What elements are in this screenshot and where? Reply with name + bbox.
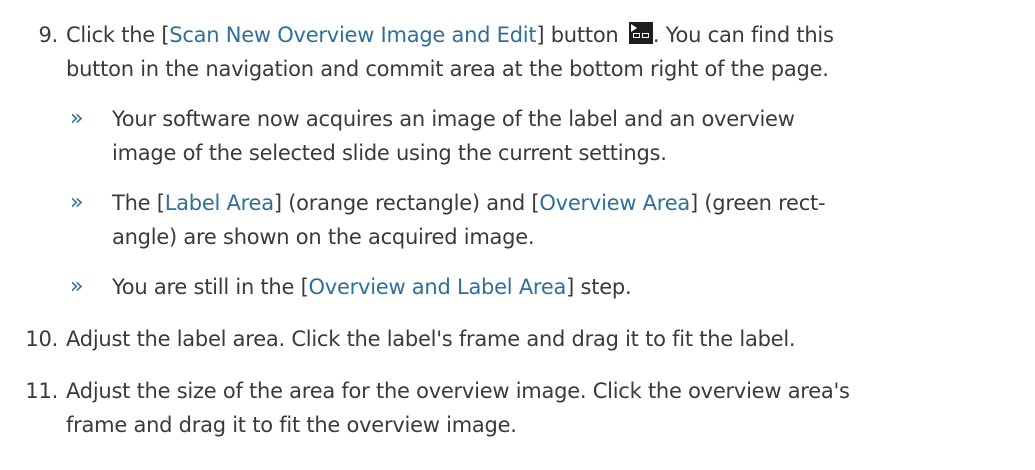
step-text: Adjust the size of the area for the over…	[66, 374, 1031, 442]
result-item: » The [Label Area] (orange rectangle) an…	[0, 186, 1035, 256]
result-item: » Your software now acquires an image of…	[0, 102, 1035, 172]
step-number: 10.	[25, 327, 58, 351]
text-fragment: ] step.	[566, 275, 632, 299]
step-line: Click the [Scan New Overview Image and E…	[66, 18, 1031, 52]
result-marker-icon: »	[70, 274, 84, 299]
result-line: The [Label Area] (orange rectangle) and …	[112, 186, 1027, 220]
step-11: 11. Adjust the size of the area for the …	[0, 374, 1035, 444]
result-text: You are still in the [Overview and Label…	[112, 270, 1027, 304]
result-line: You are still in the [Overview and Label…	[112, 270, 1027, 304]
step-line: Adjust the label area. Click the label's…	[66, 327, 796, 351]
text-fragment: . You can find this	[652, 23, 834, 47]
ui-reference-overview-and-label-area: Overview and Label Area	[308, 275, 567, 299]
text-fragment: ] button	[536, 23, 619, 47]
step-9: 9. Click the [Scan New Overview Image an…	[0, 18, 1035, 88]
ui-reference-label-area: Label Area	[164, 191, 274, 215]
text-fragment: ] (green rect-	[690, 191, 826, 215]
step-line: Adjust the size of the area for the over…	[66, 379, 850, 403]
ui-reference-overview-area: Overview Area	[539, 191, 690, 215]
step-10: 10. Adjust the label area. Click the lab…	[0, 322, 1035, 358]
result-item: » You are still in the [Overview and Lab…	[0, 270, 1035, 306]
result-line: Your software now acquires an image of t…	[112, 107, 795, 131]
result-marker-icon: »	[70, 190, 84, 215]
result-text: The [Label Area] (orange rectangle) and …	[112, 186, 1027, 254]
step-text: Adjust the label area. Click the label's…	[66, 322, 1031, 356]
result-marker-icon: »	[70, 106, 84, 131]
step-line: button in the navigation and commit area…	[66, 57, 829, 81]
step-number: 9.	[38, 23, 58, 47]
text-fragment: Click the [	[66, 23, 170, 47]
result-text: Your software now acquires an image of t…	[112, 102, 1027, 170]
result-line: angle) are shown on the acquired image.	[112, 225, 535, 249]
text-fragment: ] (orange rectangle) and [	[273, 191, 540, 215]
ui-reference-scan-new-overview: Scan New Overview Image and Edit	[169, 23, 537, 47]
step-text: Click the [Scan New Overview Image and E…	[66, 18, 1031, 86]
result-line: image of the selected slide using the cu…	[112, 141, 667, 165]
step-line: frame and drag it to fit the overview im…	[66, 413, 517, 437]
step-number: 11.	[25, 379, 58, 403]
scan-overview-edit-icon	[628, 22, 653, 44]
text-fragment: You are still in the [	[112, 275, 309, 299]
text-fragment: The [	[112, 191, 165, 215]
